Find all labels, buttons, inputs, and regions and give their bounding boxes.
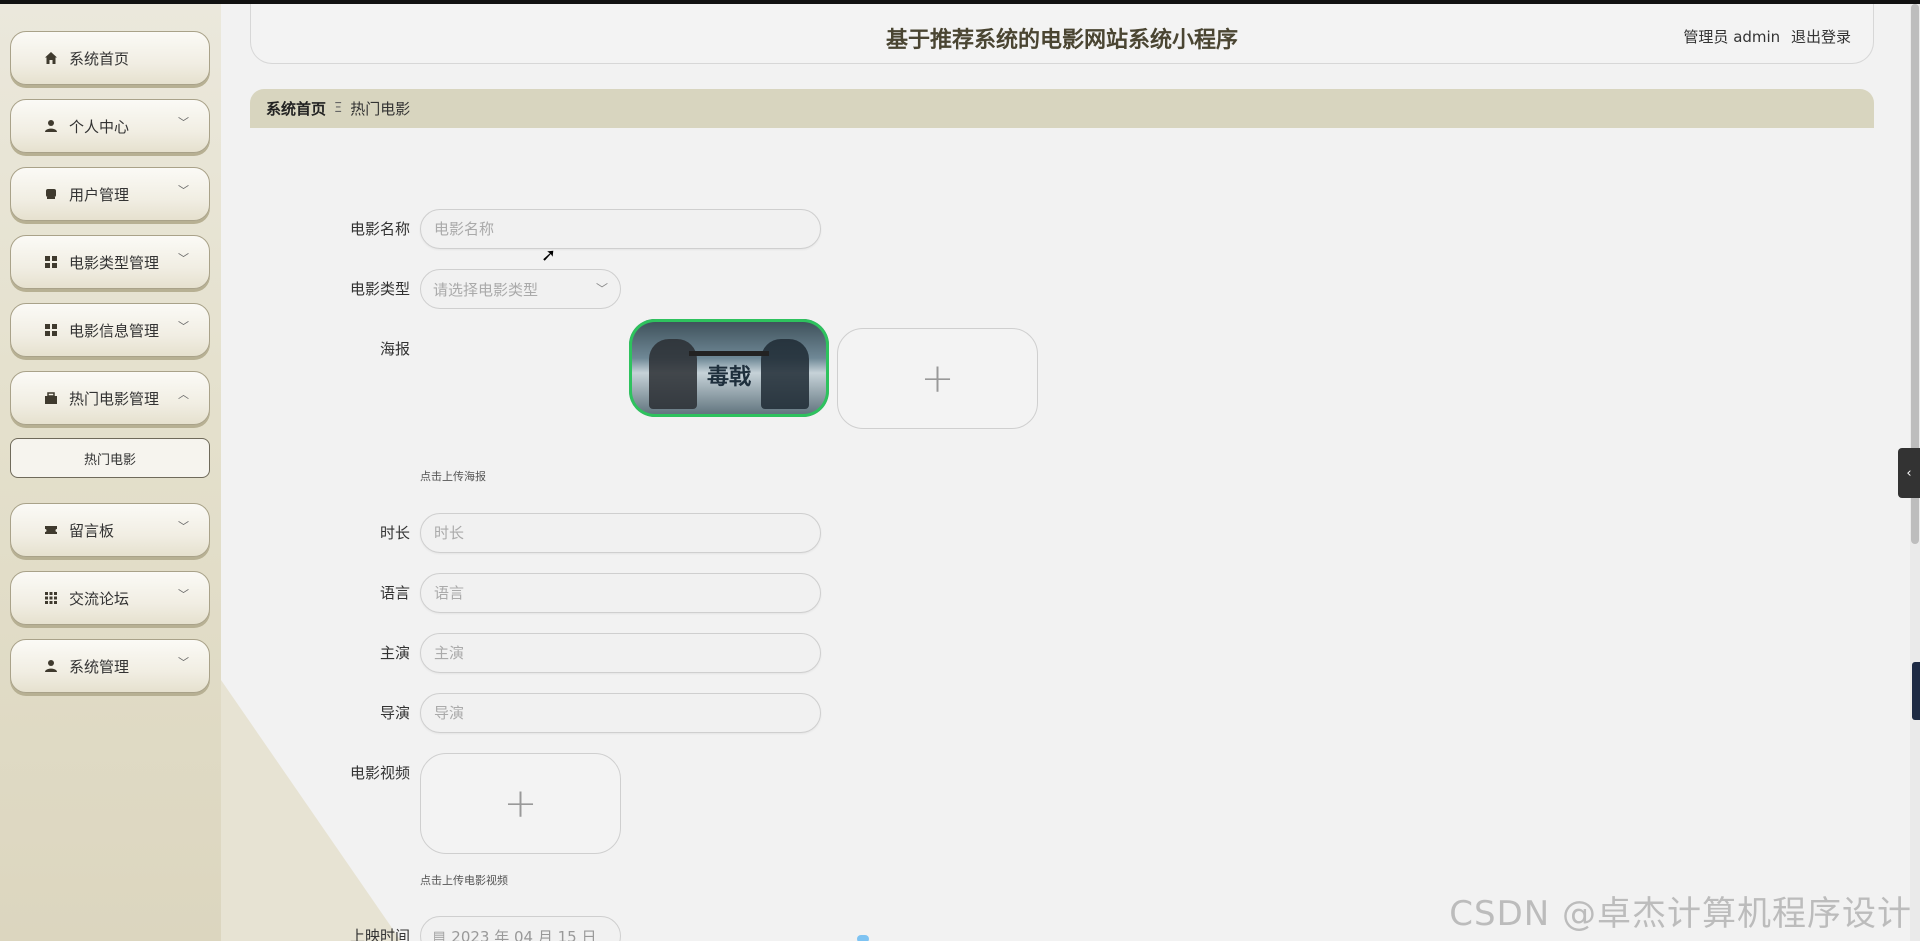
grid-icon	[43, 590, 59, 606]
sidebar-item-personal-center[interactable]: 个人中心 ﹀	[10, 99, 210, 153]
user-role: 管理员 admin	[1683, 28, 1781, 46]
release-time-label: 上映时间	[349, 927, 410, 941]
user-icon	[43, 118, 59, 134]
header: 基于推荐系统的电影网站系统小程序 管理员 admin 退出登录	[250, 4, 1874, 64]
watermark: CSDN @卓杰计算机程序设计	[1449, 894, 1912, 934]
breadcrumb-separator: Ξ	[334, 101, 343, 116]
sidebar-item-forum[interactable]: 交流论坛 ﹀	[10, 571, 210, 625]
home-icon	[43, 50, 59, 66]
chevron-down-icon: ﹀	[178, 520, 189, 533]
chevron-down-icon: ﹀	[595, 282, 608, 296]
sidebar-item-home[interactable]: 系统首页	[10, 31, 210, 85]
video-upload-hint: 点击上传电影视频	[420, 874, 508, 887]
users-icon	[43, 186, 59, 202]
sidebar-item-message-board[interactable]: 留言板 ﹀	[10, 503, 210, 557]
poster-label: 海报	[379, 340, 410, 358]
sidebar-item-label: 交流论坛	[69, 589, 130, 608]
release-time-value: 2023 年 04 月 15 日	[451, 927, 597, 941]
poster-upload-button[interactable]: +	[837, 328, 1038, 429]
poster-gun-right	[729, 351, 769, 356]
release-time-picker[interactable]: ▤ 2023 年 04 月 15 日	[420, 916, 621, 941]
breadcrumb: 系统首页 Ξ 热门电影	[250, 89, 1874, 128]
poster-upload-hint: 点击上传海报	[420, 470, 486, 483]
sidebar-item-user-management[interactable]: 用户管理 ﹀	[10, 167, 210, 221]
chevron-up-icon: ︿	[178, 388, 189, 401]
loading-indicator	[857, 935, 869, 941]
video-upload-button[interactable]: +	[420, 753, 621, 854]
chevron-down-icon: ﹀	[178, 184, 189, 197]
director-label: 导演	[379, 704, 410, 722]
sidebar-item-label: 电影信息管理	[69, 321, 160, 340]
movie-type-select[interactable]: 请选择电影类型 ﹀	[420, 269, 621, 309]
chevron-left-icon: ‹	[1906, 465, 1912, 481]
language-input[interactable]	[420, 573, 821, 613]
sidebar-item-label: 个人中心	[69, 117, 130, 136]
lead-actor-input[interactable]	[420, 633, 821, 673]
grid-icon	[43, 254, 59, 270]
sidebar-item-label: 系统首页	[69, 49, 130, 68]
floating-widget[interactable]	[1912, 662, 1920, 720]
poster-gun-left	[689, 351, 729, 356]
duration-input[interactable]	[420, 513, 821, 553]
sidebar-item-label: 留言板	[69, 521, 115, 540]
director-input[interactable]	[420, 693, 821, 733]
sidebar: 系统首页 个人中心 ﹀ 用户管理 ﹀ 电影类型管理 ﹀ 电影信息管理 ﹀ 热门电…	[0, 0, 221, 941]
language-label: 语言	[379, 584, 410, 602]
video-label: 电影视频	[349, 764, 410, 782]
grid-icon	[43, 322, 59, 338]
sidebar-item-system-management[interactable]: 系统管理 ﹀	[10, 639, 210, 693]
sidebar-item-movie-type-management[interactable]: 电影类型管理 ﹀	[10, 235, 210, 289]
sidebar-item-label: 热门电影管理	[69, 389, 160, 408]
sidebar-item-label: 电影类型管理	[69, 253, 160, 272]
poster-image[interactable]: 毒戟	[629, 319, 829, 417]
mouse-cursor-icon: ➚	[541, 245, 557, 266]
sidebar-item-movie-info-management[interactable]: 电影信息管理 ﹀	[10, 303, 210, 357]
briefcase-icon	[43, 390, 59, 406]
chevron-down-icon: ﹀	[178, 116, 189, 129]
sidebar-item-hot-movie-management[interactable]: 热门电影管理 ︿	[10, 371, 210, 425]
duration-label: 时长	[379, 524, 410, 542]
movie-type-label: 电影类型	[349, 280, 410, 298]
poster-title: 毒戟	[706, 364, 751, 390]
plus-icon: +	[503, 780, 538, 827]
chevron-down-icon: ﹀	[178, 252, 189, 265]
chevron-down-icon: ﹀	[178, 656, 189, 669]
sidebar-item-label: 系统管理	[69, 657, 130, 676]
app-title: 基于推荐系统的电影网站系统小程序	[885, 28, 1238, 53]
user-icon	[43, 658, 59, 674]
movie-type-placeholder: 请选择电影类型	[433, 280, 539, 299]
ticket-icon	[43, 522, 59, 538]
chevron-down-icon: ﹀	[178, 320, 189, 333]
plus-icon: +	[920, 355, 955, 402]
chevron-down-icon: ﹀	[178, 588, 189, 601]
user-area: 管理员 admin 退出登录	[1677, 26, 1851, 47]
sidebar-item-label: 用户管理	[69, 185, 130, 204]
movie-name-label: 电影名称	[349, 220, 410, 238]
breadcrumb-current: 热门电影	[350, 100, 411, 118]
collapse-panel-tab[interactable]: ‹	[1898, 448, 1920, 498]
logout-button[interactable]: 退出登录	[1791, 28, 1851, 46]
movie-name-input[interactable]	[420, 209, 821, 249]
sidebar-subitem-hot-movies[interactable]: 热门电影	[10, 438, 210, 478]
breadcrumb-home[interactable]: 系统首页	[266, 98, 326, 119]
calendar-icon: ▤	[433, 928, 446, 941]
lead-actor-label: 主演	[379, 644, 410, 662]
top-border	[0, 0, 1920, 4]
